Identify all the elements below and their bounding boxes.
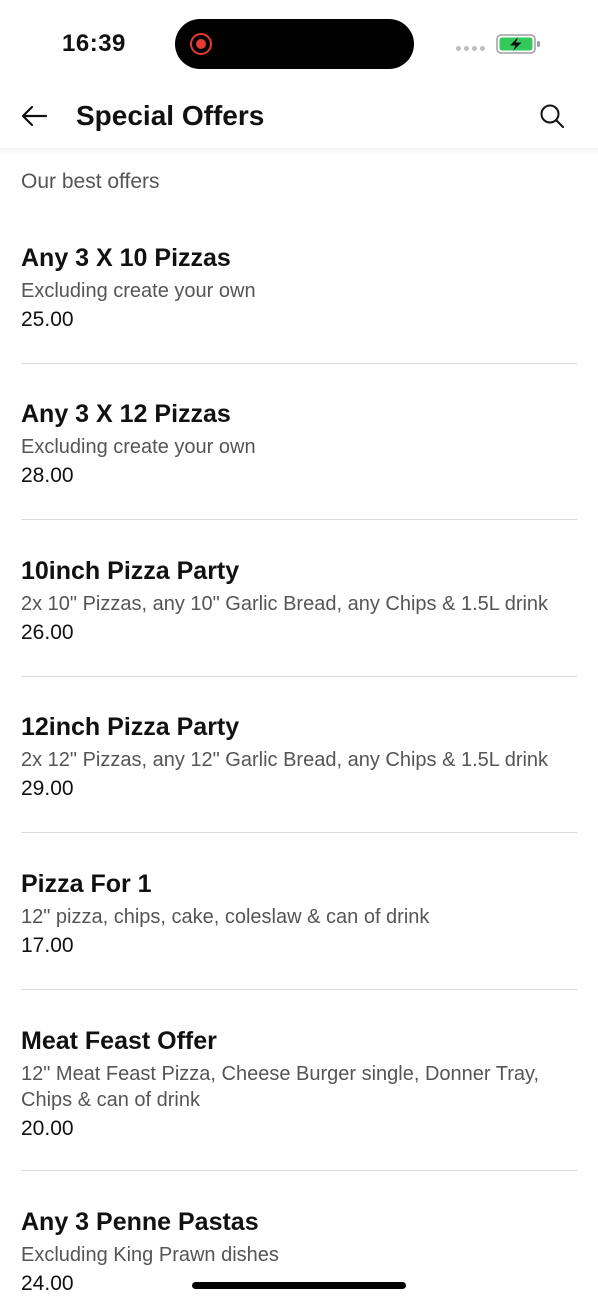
home-indicator[interactable] bbox=[192, 1282, 406, 1289]
offer-description: Excluding King Prawn dishes bbox=[21, 1244, 279, 1266]
divider bbox=[21, 519, 577, 520]
offer-item[interactable]: 10inch Pizza Party 2x 10" Pizzas, any 10… bbox=[21, 555, 577, 647]
search-icon[interactable] bbox=[538, 102, 566, 130]
divider bbox=[21, 676, 577, 677]
offer-title: Any 3 X 12 Pizzas bbox=[21, 400, 231, 428]
divider bbox=[21, 1170, 577, 1171]
offer-title: 12inch Pizza Party bbox=[21, 713, 240, 741]
offer-title: Any 3 X 10 Pizzas bbox=[21, 244, 231, 272]
offer-description: 12" Meat Feast Pizza, Cheese Burger sing… bbox=[21, 1063, 540, 1111]
offer-item[interactable]: Meat Feast Offer 12" Meat Feast Pizza, C… bbox=[21, 1025, 577, 1143]
offer-item[interactable]: 12inch Pizza Party 2x 12" Pizzas, any 12… bbox=[21, 711, 577, 803]
offer-price: 28.00 bbox=[21, 464, 74, 487]
offer-description: Excluding create your own bbox=[21, 436, 256, 458]
offer-item[interactable]: Pizza For 1 12" pizza, chips, cake, cole… bbox=[21, 868, 577, 960]
record-icon bbox=[190, 33, 212, 55]
offer-title: 10inch Pizza Party bbox=[21, 557, 240, 585]
arrow-left-icon[interactable] bbox=[18, 100, 50, 132]
offer-price: 20.00 bbox=[21, 1117, 74, 1140]
offer-price: 25.00 bbox=[21, 308, 74, 331]
app-header: Special Offers bbox=[0, 88, 598, 150]
section-label: Our best offers bbox=[21, 170, 160, 193]
offer-price: 26.00 bbox=[21, 621, 74, 644]
offer-price: 17.00 bbox=[21, 934, 74, 957]
divider bbox=[21, 989, 577, 990]
offer-description: 12" pizza, chips, cake, coleslaw & can o… bbox=[21, 906, 430, 928]
signal-icon bbox=[456, 46, 490, 54]
offer-description: Excluding create your own bbox=[21, 280, 256, 302]
offer-title: Any 3 Penne Pastas bbox=[21, 1208, 259, 1236]
battery-charging-icon bbox=[496, 34, 540, 54]
divider bbox=[21, 363, 577, 364]
offer-title: Meat Feast Offer bbox=[21, 1027, 217, 1055]
offer-price: 29.00 bbox=[21, 777, 74, 800]
header-shadow bbox=[0, 148, 598, 154]
status-bar: 16:39 bbox=[0, 0, 598, 88]
page-title: Special Offers bbox=[76, 100, 265, 131]
offer-description: 2x 10" Pizzas, any 10" Garlic Bread, any… bbox=[21, 593, 549, 615]
offer-item[interactable]: Any 3 X 12 Pizzas Excluding create your … bbox=[21, 398, 577, 490]
status-time: 16:39 bbox=[62, 30, 126, 57]
offer-title: Pizza For 1 bbox=[21, 870, 152, 898]
offer-description: 2x 12" Pizzas, any 12" Garlic Bread, any… bbox=[21, 749, 549, 771]
offer-item[interactable]: Any 3 X 10 Pizzas Excluding create your … bbox=[21, 242, 577, 334]
divider bbox=[21, 832, 577, 833]
